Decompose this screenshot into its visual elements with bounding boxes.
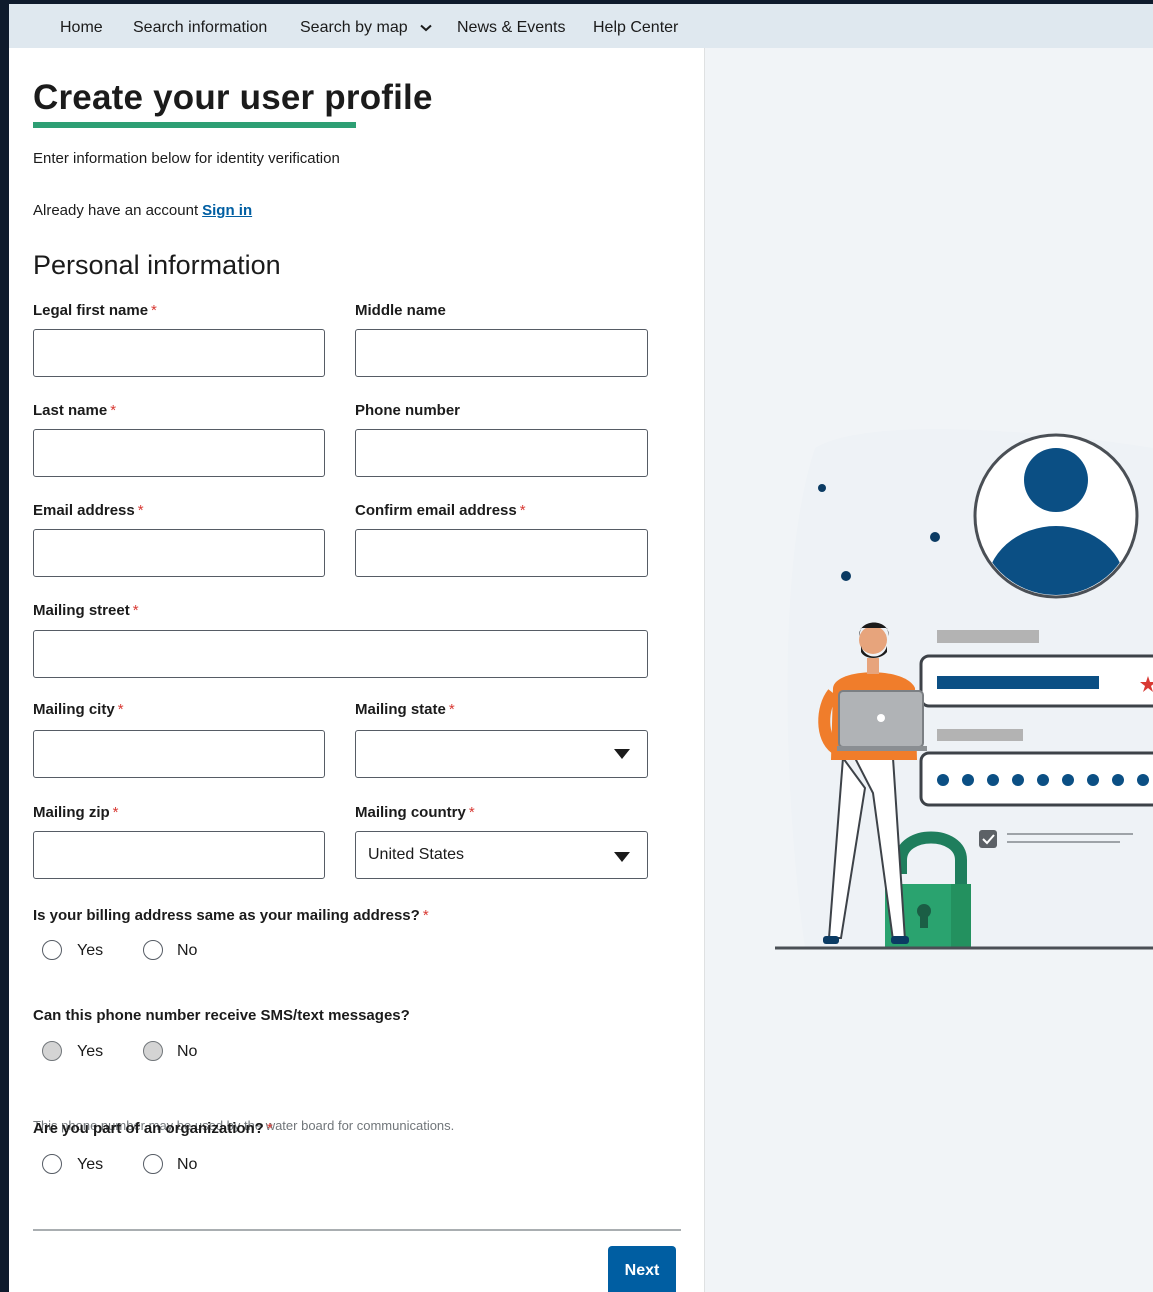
last-name-input[interactable] [33,429,325,477]
billing-no-label[interactable]: No [177,942,197,960]
signin-link[interactable]: Sign in [202,202,252,219]
country-select-value: United States [368,846,465,863]
top-navigation: Home Search information Search by map Ne… [9,4,1153,48]
state-label: Mailing state * [355,701,455,718]
sms-no-radio[interactable] [143,1041,163,1061]
required-indicator: * [112,804,119,821]
sms-question: Can this phone number receive SMS/text m… [33,1007,410,1024]
chevron-down-icon [420,24,432,32]
dropdown-arrow-icon [614,852,630,862]
sms-yes-radio[interactable] [42,1041,62,1061]
billing-yes-radio[interactable] [42,940,62,960]
nav-home[interactable]: Home [60,4,103,48]
email-input[interactable] [33,529,325,577]
account-prompt-text: Already have an account [33,202,199,219]
profile-form-panel: Create your user profile Enter informati… [9,48,704,1292]
organization-yes-radio[interactable] [42,1154,62,1174]
required-indicator: * [151,302,157,319]
nav-search-by-map-label: Search by map [300,19,408,36]
required-indicator: * [468,804,475,821]
email-label: Email address * [33,502,144,519]
page-frame: Home Search information Search by map Ne… [9,4,1153,1292]
state-select[interactable] [355,730,648,778]
billing-yes-label[interactable]: Yes [77,942,103,960]
required-indicator: * [448,701,455,718]
confirm-email-label: Confirm email address * [355,502,526,519]
required-indicator: * [519,502,526,519]
required-indicator: * [110,402,117,419]
nav-news-events[interactable]: News & Events [457,4,565,48]
page-subtitle: Enter information below for identity ver… [33,150,340,167]
first-name-input[interactable] [33,329,325,377]
billing-no-radio[interactable] [143,940,163,960]
required-indicator: * [137,502,144,519]
organization-question: Are you part of an organization? * [33,1120,273,1137]
phone-input[interactable] [355,429,648,477]
organization-no-label[interactable]: No [177,1156,197,1174]
phone-label: Phone number [355,402,461,419]
nav-help-center[interactable]: Help Center [593,4,678,48]
zip-label: Mailing zip * [33,804,119,821]
required-indicator: * [266,1120,273,1137]
country-select[interactable]: United States [355,831,648,879]
required-indicator: * [117,701,124,718]
sms-no-label[interactable]: No [177,1043,197,1061]
required-indicator: * [132,602,139,619]
city-label: Mailing city * [33,701,124,718]
section-title: Personal information [33,250,281,280]
required-indicator: * [422,907,429,924]
form-divider [33,1229,681,1231]
billing-question: Is your billing address same as your mai… [33,907,429,924]
user-profile-illustration [775,429,1153,950]
nav-search-information[interactable]: Search information [133,4,267,48]
street-label: Mailing street * [33,602,139,619]
dropdown-arrow-icon [614,749,630,759]
street-input[interactable] [33,630,648,678]
page-title: Create your user profile [33,78,433,117]
city-input[interactable] [33,730,325,778]
organization-yes-label[interactable]: Yes [77,1156,103,1174]
last-name-label: Last name * [33,402,117,419]
nav-search-by-map[interactable]: Search by map [300,4,432,48]
organization-no-radio[interactable] [143,1154,163,1174]
signin-prompt: Already have an account Sign in [33,202,252,219]
country-label: Mailing country * [355,804,475,821]
illustration-panel [705,48,1153,1292]
middle-name-label: Middle name [355,302,446,319]
first-name-label: Legal first name * [33,302,157,319]
zip-input[interactable] [33,831,325,879]
confirm-email-input[interactable] [355,529,648,577]
next-button[interactable]: Next [608,1246,676,1292]
title-accent-bar [33,122,356,128]
middle-name-input[interactable] [355,329,648,377]
sms-yes-label[interactable]: Yes [77,1043,103,1061]
